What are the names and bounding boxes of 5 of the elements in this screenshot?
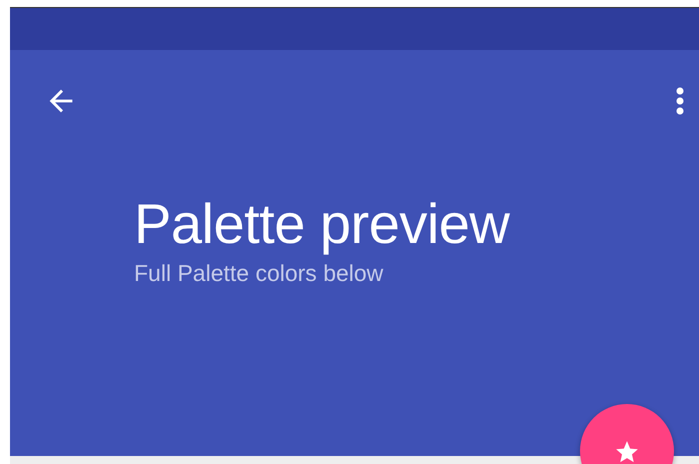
more-options-button[interactable] bbox=[675, 86, 685, 116]
page-subtitle: Full Palette colors below bbox=[134, 260, 384, 287]
more-vert-icon bbox=[675, 86, 685, 116]
star-icon bbox=[614, 439, 640, 464]
page-title: Palette preview bbox=[134, 192, 511, 256]
